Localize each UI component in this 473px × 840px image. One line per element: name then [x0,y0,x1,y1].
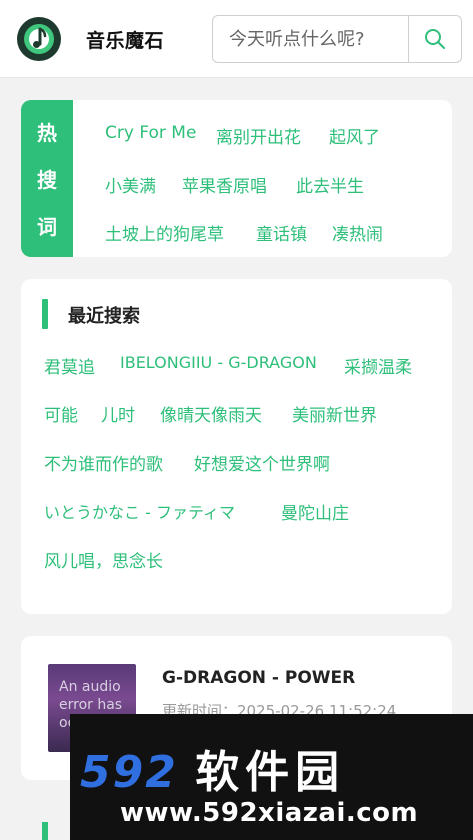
recent-tag[interactable]: 好想爱这个世界啊 [194,450,330,475]
search-icon [425,29,445,49]
hot-tag[interactable]: 小美满 [105,172,156,197]
watermark-number: 592 [80,747,178,798]
recent-tag[interactable]: 君莫追 [44,353,95,378]
hot-label-char: 热 [37,121,57,145]
hot-tag[interactable]: Cry For Me [105,123,196,143]
recent-tag[interactable]: いとうかなこ - ファティマ [44,499,235,523]
recent-tag[interactable]: 采撷温柔 [344,353,412,378]
search-input[interactable] [212,15,409,63]
hot-label-char: 词 [37,215,57,239]
app-header: 音乐魔石 [0,0,473,78]
section-accent-bar [42,299,48,329]
hot-tag[interactable]: 土坡上的狗尾草 [105,220,224,245]
recent-tag[interactable]: 风儿唱，思念长 [44,547,163,572]
hot-tag[interactable]: 童话镇 [256,220,307,245]
hot-tag[interactable]: 凑热闹 [332,220,383,245]
hot-tag[interactable]: 起风了 [329,123,380,148]
recent-search-title: 最近搜索 [68,306,140,327]
music-note-logo-icon[interactable] [17,17,61,61]
recent-tag[interactable]: 像晴天像雨天 [160,401,262,426]
hot-tag[interactable]: 此去半生 [296,172,364,197]
song-title[interactable]: G-DRAGON - POWER [162,668,355,688]
hot-label-char: 搜 [37,168,57,192]
recent-tag[interactable]: 不为谁而作的歌 [44,450,163,475]
recent-search-card: 最近搜索 君莫追 IBELONGIIU - G-DRAGON 采撷温柔 可能 儿… [21,279,452,614]
search-button[interactable] [408,15,462,63]
recent-tag[interactable]: 美丽新世界 [292,401,377,426]
app-title: 音乐魔石 [86,30,165,52]
watermark-brand: 592 软件园 [80,736,345,800]
hot-tag[interactable]: 苹果香原唱 [182,172,267,197]
watermark-brand-cn: 软件园 [195,747,346,798]
recent-tag[interactable]: 可能 [44,401,78,426]
watermark-overlay: 592 软件园 www.592xiazai.com [70,714,473,840]
section-accent-bar [42,822,48,840]
hot-tag[interactable]: 离别开出花 [216,123,301,148]
hot-search-card: 热 搜 词 Cry For Me 离别开出花 起风了 小美满 苹果香原唱 此去半… [21,100,452,257]
recent-tag[interactable]: IBELONGIIU - G-DRAGON [120,353,317,372]
watermark-url: www.592xiazai.com [120,798,419,828]
recent-tag[interactable]: 儿时 [101,401,135,426]
recent-tag[interactable]: 曼陀山庄 [281,499,349,524]
hot-search-label: 热 搜 词 [21,100,73,257]
